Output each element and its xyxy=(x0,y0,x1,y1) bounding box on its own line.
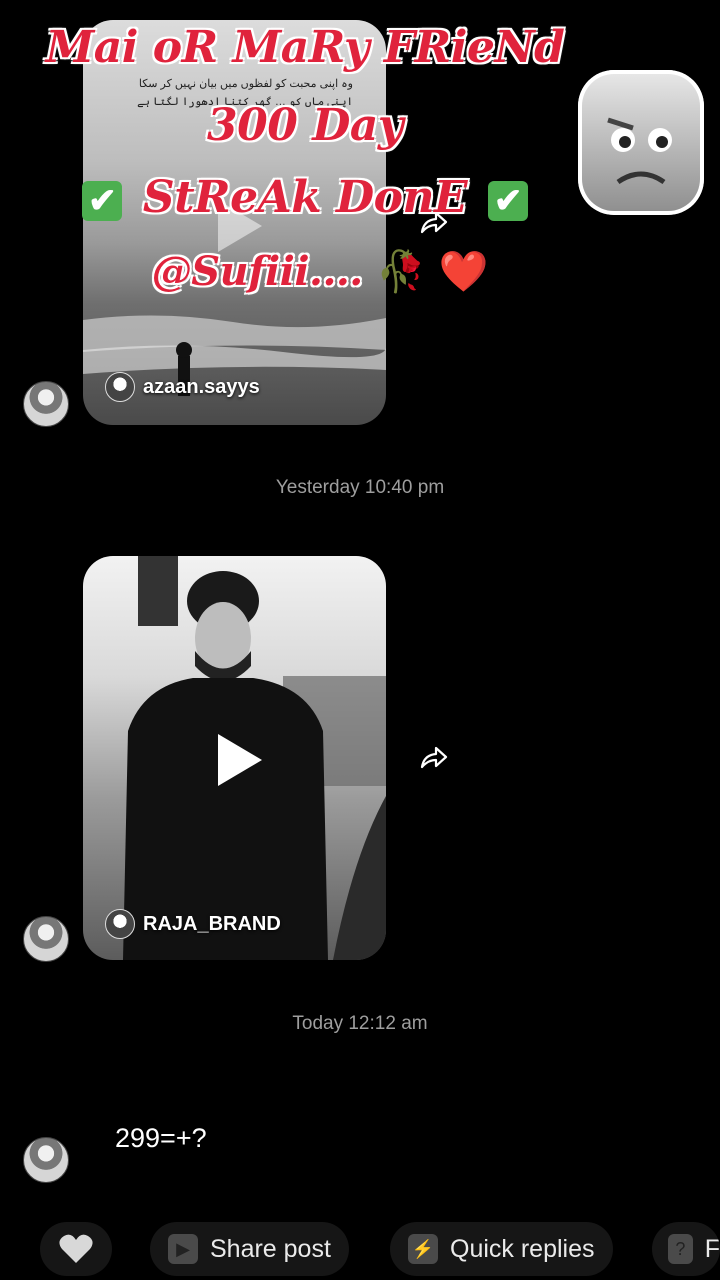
like-button[interactable] xyxy=(40,1222,112,1276)
sender-avatar[interactable] xyxy=(23,916,69,962)
message-timestamp: Yesterday 10:40 pm xyxy=(275,477,445,498)
overlay-line-2: 300 Day xyxy=(207,100,403,151)
wilted-rose-icon: 🥀 xyxy=(376,248,426,295)
quick-replies-button[interactable]: ⚡ Quick replies xyxy=(390,1222,613,1276)
video-username[interactable]: RAJA_BRAND xyxy=(105,909,281,939)
sender-avatar[interactable] xyxy=(23,1137,69,1183)
play-icon[interactable] xyxy=(218,734,262,786)
overlay-line-4: @Sufiii.... xyxy=(151,248,363,295)
lightning-bubble-icon: ⚡ xyxy=(408,1234,438,1264)
message-timestamp: Today 12:12 am xyxy=(292,1013,428,1034)
heart-icon xyxy=(59,1234,93,1263)
video-username[interactable]: azaan.sayys xyxy=(105,372,260,402)
overlay-mention: @Sufiii.... 🥀 ❤️ xyxy=(60,248,580,295)
more-actions-button[interactable]: ? F xyxy=(652,1222,720,1276)
share-post-button[interactable]: ▶ Share post xyxy=(150,1222,349,1276)
overlay-line-3: StReAk DonE xyxy=(142,172,468,223)
sea-scene xyxy=(83,315,386,396)
play-box-icon: ▶ xyxy=(168,1234,198,1264)
overlay-day-count: 300 Day xyxy=(0,100,610,151)
overlay-streak: ✔ StReAk DonE ✔ xyxy=(0,172,610,223)
checkmark-icon: ✔ xyxy=(487,180,528,221)
creator-avatar xyxy=(105,372,135,402)
checkmark-icon: ✔ xyxy=(82,180,123,221)
sender-avatar[interactable] xyxy=(23,381,69,427)
video-message-card[interactable]: RAJA_BRAND xyxy=(83,556,386,960)
quick-action-bar: ▶ Share post ⚡ Quick replies ? F xyxy=(0,1222,720,1280)
creator-avatar xyxy=(105,909,135,939)
text-message-bubble[interactable]: 299=+? xyxy=(91,1106,231,1170)
share-icon[interactable] xyxy=(416,741,450,775)
heart-icon: ❤️ xyxy=(438,248,489,295)
question-icon: ? xyxy=(668,1234,693,1264)
overlay-line-1: Mai oR MaRy FRieNd xyxy=(45,22,565,73)
overlay-title: Mai oR MaRy FRieNd xyxy=(0,22,610,73)
